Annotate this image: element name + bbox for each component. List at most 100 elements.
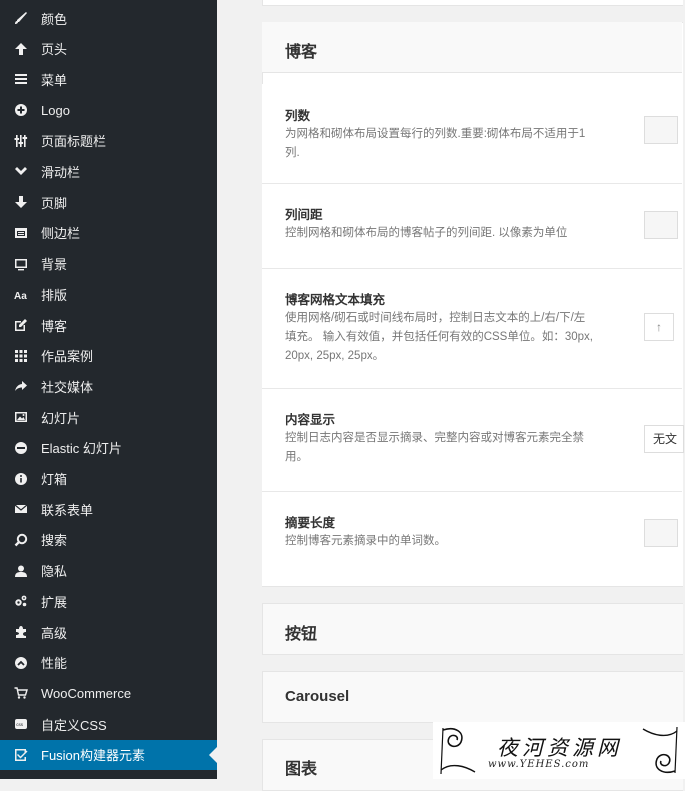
sidebar-item[interactable]: 幻灯片 bbox=[0, 402, 217, 432]
watermark-title: 夜河资源网 bbox=[497, 736, 622, 760]
envelope-icon bbox=[14, 502, 28, 516]
ornament-left-icon bbox=[440, 727, 476, 775]
options-panel: 博客 列数为网格和砌体布局设置每行的列数.重要:砌体布局不适用于1列. 列间距控制… bbox=[217, 0, 685, 791]
edit-icon bbox=[14, 318, 28, 332]
option-description: 为网格和砌体布局设置每行的列数.重要:砌体布局不适用于1列. bbox=[285, 128, 586, 159]
sidebar-item-label: 博客 bbox=[41, 318, 68, 334]
sidebar-item[interactable]: 菜单 bbox=[0, 64, 217, 94]
paintbrush-icon bbox=[14, 11, 28, 25]
sidebar-item-label: 菜单 bbox=[41, 72, 68, 88]
sidebar-item[interactable]: WooCommerce bbox=[0, 678, 217, 708]
sidebar-item[interactable]: 页头 bbox=[0, 34, 217, 64]
option-description: 控制博客元素摘录中的单词数。 bbox=[285, 535, 446, 547]
search-icon bbox=[14, 533, 28, 547]
sliders-icon bbox=[14, 134, 28, 148]
dashboard-icon bbox=[14, 656, 28, 670]
sidebar-item[interactable]: 联系表单 bbox=[0, 494, 217, 524]
sidebar-item-label: Elastic 幻灯片 bbox=[41, 441, 122, 457]
plus-circle-icon bbox=[14, 103, 28, 117]
sidebar-item-label: 联系表单 bbox=[41, 502, 94, 518]
option-title: 博客网格文本填充 bbox=[285, 293, 386, 307]
buttons-section[interactable] bbox=[262, 603, 683, 655]
puzzle-icon bbox=[14, 625, 28, 639]
share-icon bbox=[14, 379, 28, 393]
user-icon bbox=[14, 564, 28, 578]
sidebar-item-label: WooCommerce bbox=[41, 685, 132, 701]
sidebar-item[interactable]: 颜色 bbox=[0, 3, 217, 33]
sidebar-item[interactable]: 灯箱 bbox=[0, 464, 217, 494]
sidebar-item[interactable]: 背景 bbox=[0, 249, 217, 279]
sidebar-item-label: 社交媒体 bbox=[41, 379, 94, 395]
checkbox-icon bbox=[14, 748, 28, 762]
option-title: 内容显示 bbox=[285, 413, 336, 427]
admin-sidebar: 颜色页头菜单 Logo 页面标题栏滑动栏页脚侧边栏背景 Aa 排版博客作品案例社交媒体幻… bbox=[0, 0, 217, 779]
sidebar-item[interactable]: 高级 bbox=[0, 617, 217, 647]
menu-icon bbox=[14, 72, 28, 86]
blog-section-header[interactable] bbox=[262, 22, 682, 73]
sidebar-item[interactable]: 作品案例 bbox=[0, 341, 217, 371]
option-input[interactable] bbox=[644, 211, 678, 239]
ornament-right-icon bbox=[642, 726, 678, 774]
blog-section-title: 博客 bbox=[285, 44, 318, 61]
sidebar-item-label: 页脚 bbox=[41, 195, 68, 211]
sidebar-item-label: 幻灯片 bbox=[41, 410, 81, 426]
monitor-icon bbox=[14, 257, 28, 271]
sidebar-item-label: 灯箱 bbox=[41, 472, 68, 487]
sidebar-item-label: 性能 bbox=[41, 656, 68, 672]
sidebar-item[interactable]: 侧边栏 bbox=[0, 218, 217, 248]
sidebar-item-label: Logo bbox=[41, 102, 70, 118]
sidebar-item-label: 自定义CSS bbox=[41, 717, 107, 733]
sidebar-item-label: 搜索 bbox=[41, 533, 68, 549]
option-input[interactable] bbox=[644, 519, 678, 547]
sidebar-item[interactable]: 博客 bbox=[0, 310, 217, 340]
sidebar-item[interactable]: Elastic 幻灯片 bbox=[0, 433, 217, 463]
sidebar-item-label: 页面标题栏 bbox=[41, 134, 107, 150]
sidebar-icon bbox=[14, 226, 28, 240]
sidebar-item[interactable]: Fusion构建器元素 bbox=[0, 739, 217, 770]
grid-icon bbox=[14, 349, 28, 363]
sidebar-item-label: 侧边栏 bbox=[41, 226, 81, 242]
sidebar-item-label: 高级 bbox=[41, 625, 68, 641]
typography-icon: Aa bbox=[14, 287, 28, 301]
sidebar-item-label: 作品案例 bbox=[41, 349, 94, 365]
sidebar-item[interactable]: 页脚 bbox=[0, 187, 217, 217]
arrow-up-button[interactable]: ↑ bbox=[644, 313, 674, 341]
watermark-subtitle: www.YEHES.com bbox=[488, 759, 590, 770]
sidebar-item-label: Fusion构建器元素 bbox=[41, 748, 146, 764]
buttons-section-title: 按钮 bbox=[285, 626, 318, 643]
sidebar-item[interactable]: Logo bbox=[0, 95, 217, 125]
elastic-slider-icon bbox=[14, 441, 28, 455]
sidebar-item[interactable]: 性能 bbox=[0, 648, 217, 678]
sidebar-item-label: 页头 bbox=[41, 42, 68, 58]
gears-icon bbox=[14, 594, 28, 608]
option-title: 列数 bbox=[285, 109, 311, 123]
content-display-select[interactable]: 无文 bbox=[644, 425, 684, 453]
cart-icon bbox=[14, 686, 28, 700]
sidebar-item[interactable]: 滑动栏 bbox=[0, 157, 217, 187]
sidebar-item[interactable]: css 自定义CSS bbox=[0, 709, 217, 739]
sidebar-item-label: 滑动栏 bbox=[41, 165, 81, 180]
arrow-up-icon bbox=[14, 42, 28, 56]
sidebar-item[interactable]: 搜索 bbox=[0, 525, 217, 555]
svg-text:css: css bbox=[16, 722, 24, 727]
option-description: 使用网格/砌石或时间线布局时，控制日志文本的上/右/下/左填充。 输入有效值，并… bbox=[285, 312, 593, 362]
sidebar-item[interactable]: 扩展 bbox=[0, 586, 217, 616]
sidebar-item-label: 排版 bbox=[41, 287, 68, 303]
option-input[interactable] bbox=[644, 116, 678, 144]
info-icon bbox=[14, 472, 28, 486]
sidebar-item-label: 背景 bbox=[41, 257, 68, 273]
sidebar-item[interactable] bbox=[0, 771, 217, 780]
option-title: 摘要长度 bbox=[285, 516, 336, 530]
css-icon: css bbox=[14, 717, 28, 731]
sidebar-item[interactable]: 页面标题栏 bbox=[0, 126, 217, 156]
sidebar-item-label: 扩展 bbox=[41, 594, 68, 610]
sidebar-item[interactable]: Aa 排版 bbox=[0, 279, 217, 309]
sidebar-item[interactable]: 隐私 bbox=[0, 556, 217, 586]
charts-section-title: 图表 bbox=[285, 761, 318, 778]
option-description: 控制日志内容是否显示摘录、完整内容或对博客元素完全禁用。 bbox=[285, 432, 584, 463]
sidebar-item-label: 隐私 bbox=[41, 564, 68, 580]
watermark-logo: 夜河资源网 www.YEHES.com bbox=[433, 722, 685, 779]
option-title: 列间距 bbox=[285, 208, 323, 222]
sidebar-item[interactable]: 社交媒体 bbox=[0, 371, 217, 401]
svg-text:Aa: Aa bbox=[14, 291, 27, 301]
